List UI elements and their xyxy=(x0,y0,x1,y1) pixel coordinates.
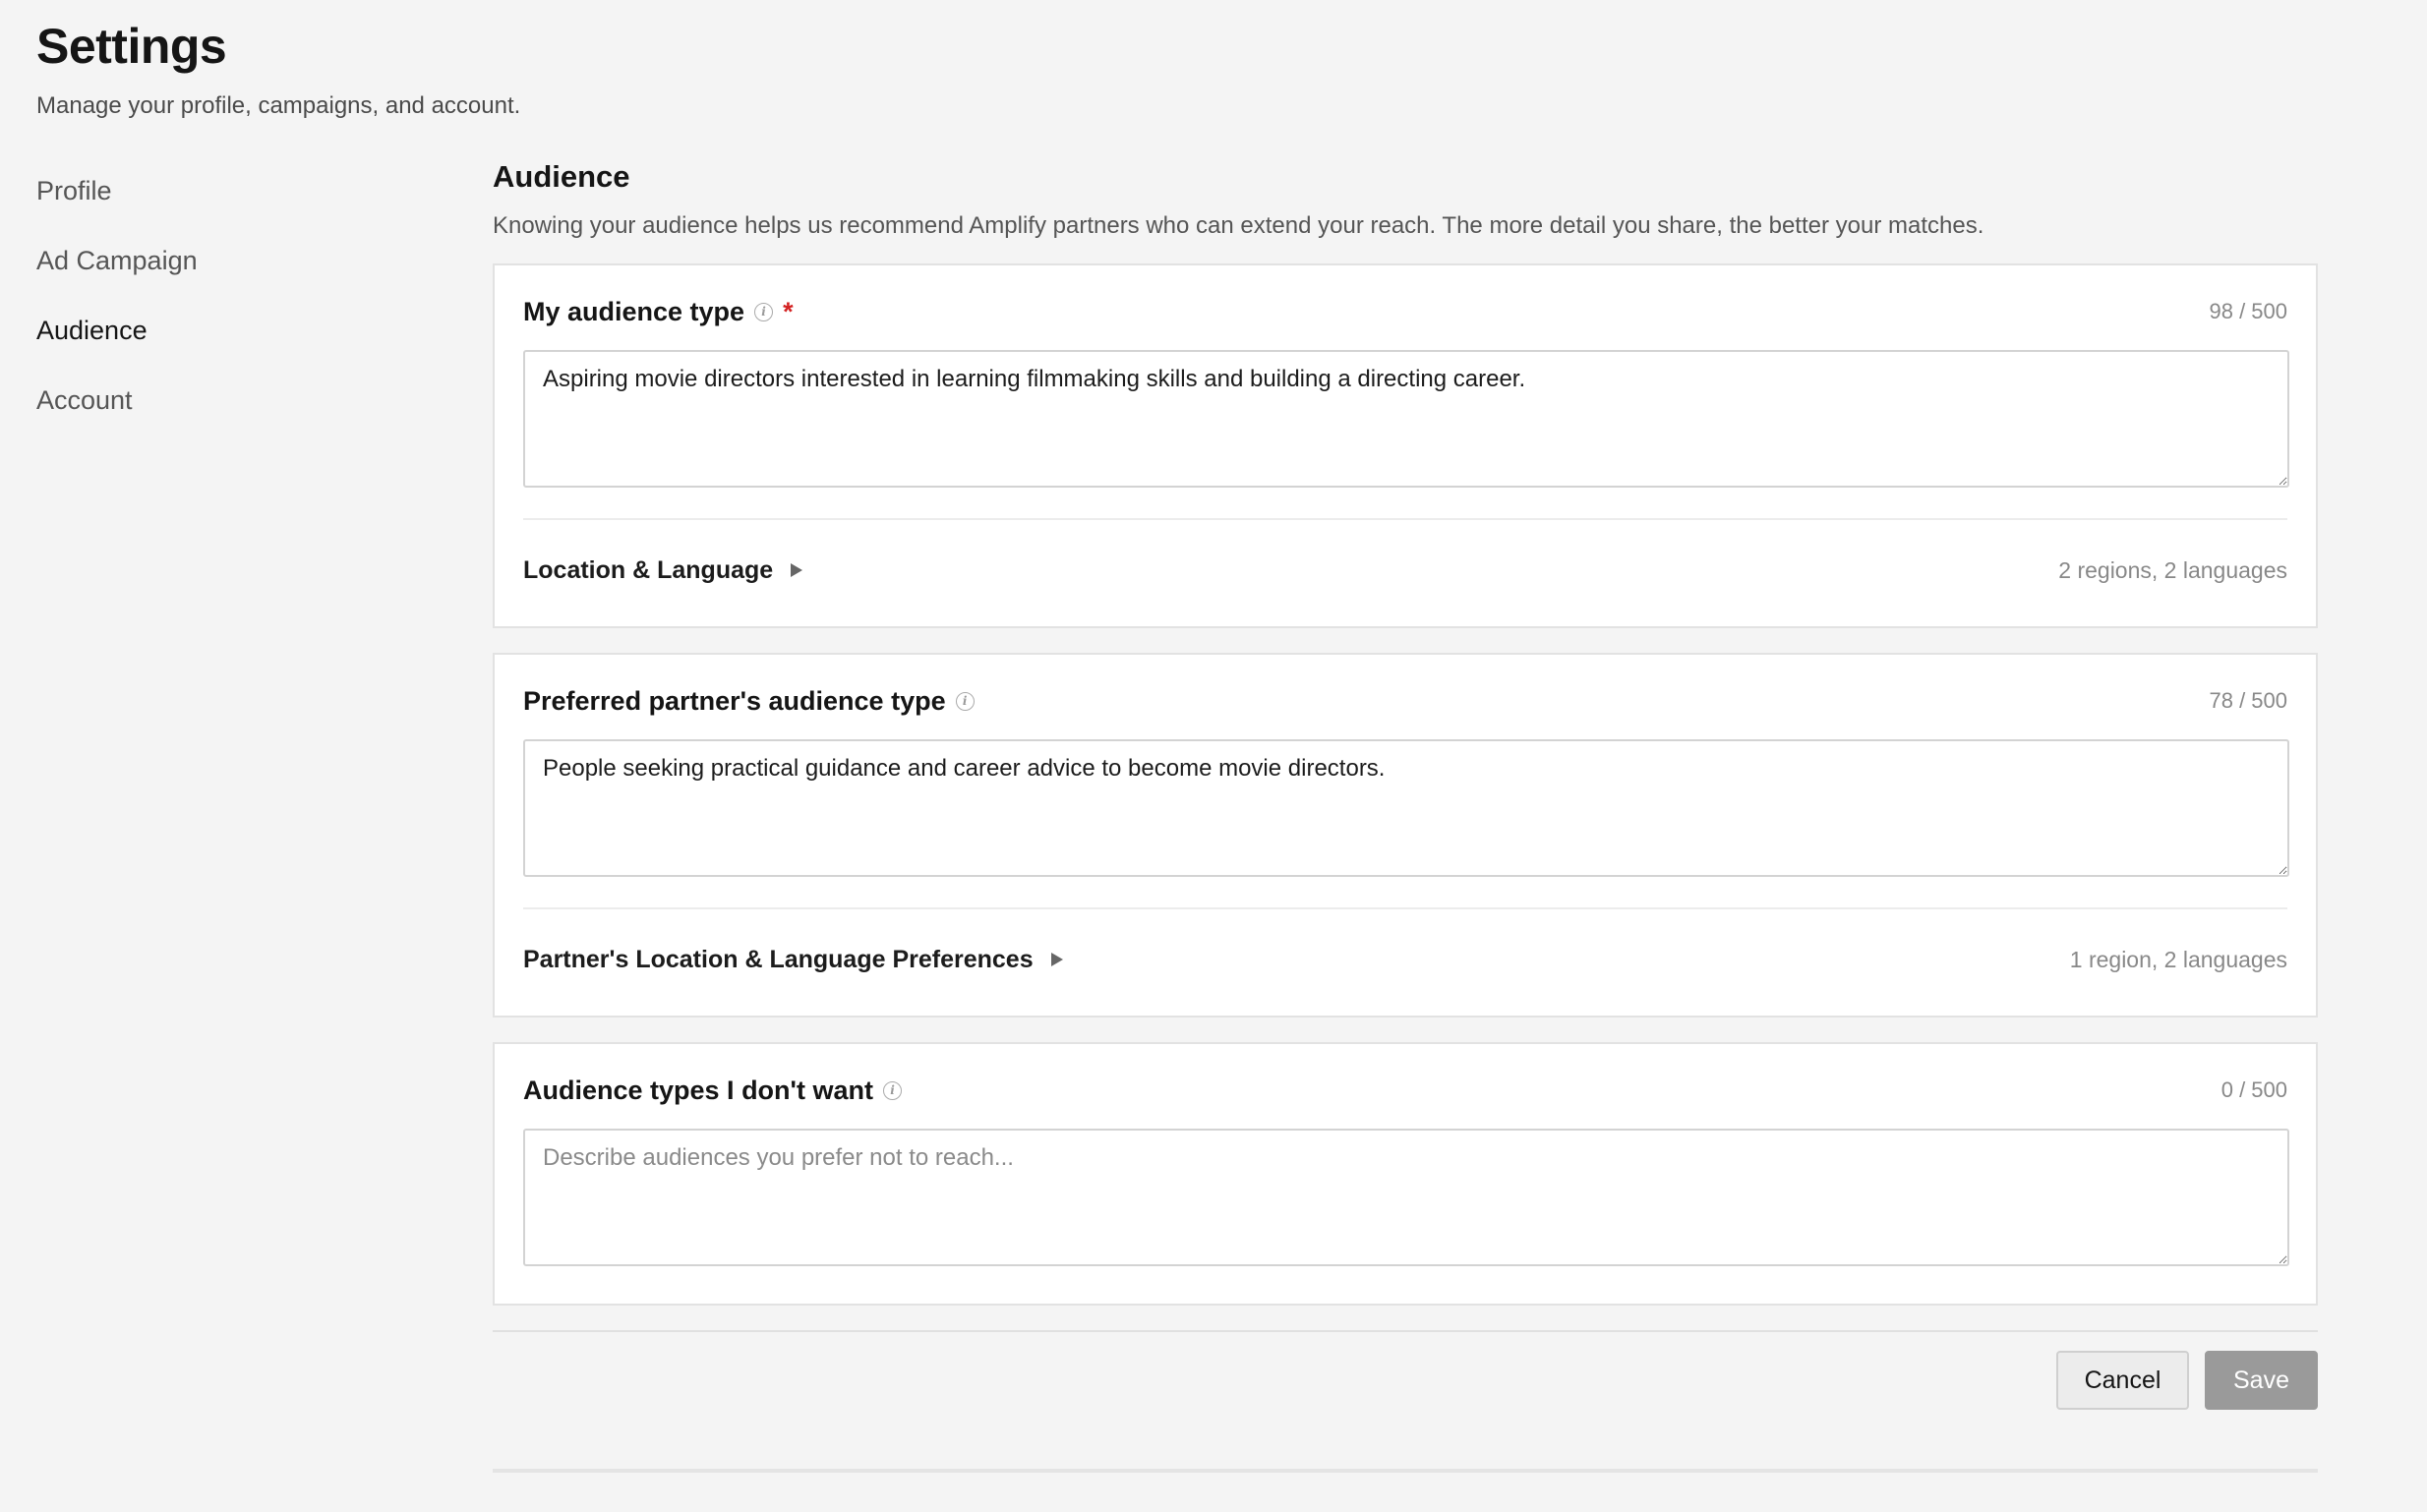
sidebar-item-audience[interactable]: Audience xyxy=(36,309,430,378)
excluded-audience-card: Audience types I don't want i 0 / 500 xyxy=(493,1042,2318,1306)
save-button[interactable]: Save xyxy=(2205,1351,2318,1410)
sidebar-item-ad-campaign[interactable]: Ad Campaign xyxy=(36,239,430,309)
partner-audience-input[interactable] xyxy=(523,739,2289,877)
sidebar-item-account[interactable]: Account xyxy=(36,378,430,448)
my-audience-input[interactable] xyxy=(523,350,2289,488)
partner-location-language-toggle[interactable]: Partner's Location & Language Preference… xyxy=(523,940,2287,979)
my-audience-label: My audience type xyxy=(523,296,745,326)
cancel-button[interactable]: Cancel xyxy=(2056,1351,2189,1410)
character-counter: 0 / 500 xyxy=(2220,1077,2287,1102)
divider xyxy=(523,518,2287,520)
location-language-summary: 2 regions, 2 languages xyxy=(2058,556,2287,583)
divider xyxy=(523,907,2287,909)
partner-location-language-label: Partner's Location & Language Preference… xyxy=(523,945,1034,973)
bottom-divider xyxy=(493,1469,2318,1473)
location-language-label: Location & Language xyxy=(523,555,774,584)
info-icon[interactable]: i xyxy=(955,691,975,711)
my-audience-header: My audience type i * 98 / 500 xyxy=(523,292,2287,331)
character-counter: 78 / 500 xyxy=(2209,688,2287,713)
location-language-toggle[interactable]: Location & Language 2 regions, 2 languag… xyxy=(523,551,2287,590)
page-title: Settings xyxy=(36,19,227,74)
info-icon[interactable]: i xyxy=(882,1080,902,1100)
excluded-audience-label: Audience types I don't want xyxy=(523,1075,873,1105)
section-description: Knowing your audience helps us recommend… xyxy=(493,212,1984,239)
excluded-audience-input[interactable] xyxy=(523,1129,2289,1266)
caret-right-icon xyxy=(791,563,803,577)
page-subtitle: Manage your profile, campaigns, and acco… xyxy=(36,92,521,119)
excluded-audience-header: Audience types I don't want i 0 / 500 xyxy=(523,1071,2287,1110)
partner-audience-card: Preferred partner's audience type i 78 /… xyxy=(493,653,2318,1018)
required-marker: * xyxy=(783,296,794,326)
partner-audience-label: Preferred partner's audience type xyxy=(523,685,946,716)
main-content: Audience Knowing your audience helps us … xyxy=(493,155,2318,252)
character-counter: 98 / 500 xyxy=(2209,299,2287,323)
caret-right-icon xyxy=(1050,953,1063,966)
footer-divider xyxy=(493,1330,2318,1332)
partner-location-language-summary: 1 region, 2 languages xyxy=(2069,946,2287,972)
sidebar-item-profile[interactable]: Profile xyxy=(36,169,430,239)
partner-audience-header: Preferred partner's audience type i 78 /… xyxy=(523,681,2287,721)
sidebar-nav: Profile Ad Campaign Audience Account xyxy=(36,169,430,448)
section-title: Audience xyxy=(493,159,630,194)
info-icon[interactable]: i xyxy=(754,302,774,321)
my-audience-card: My audience type i * 98 / 500 Location &… xyxy=(493,263,2318,628)
